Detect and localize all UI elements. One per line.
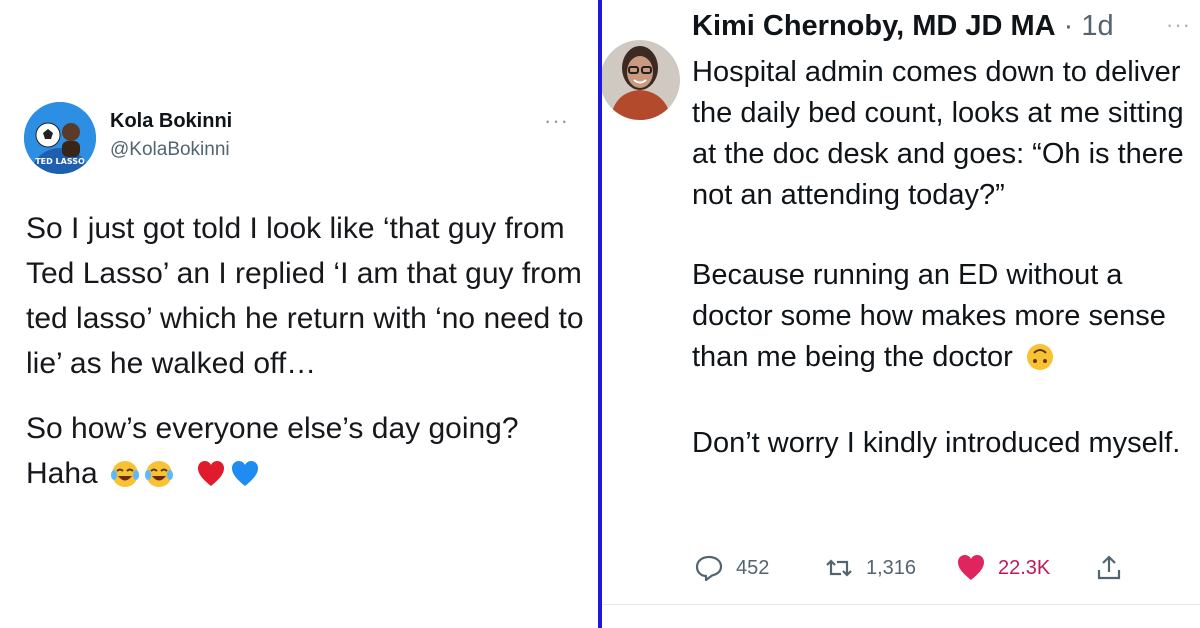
tears-of-joy-emoji-icon [110,457,140,502]
tweet-line: Because running an ED without a doctor s… [692,259,1166,373]
reply-icon [695,555,723,582]
right-tweet: Kimi Chernoby, MD JD MA · 1d ··· Hospita… [602,0,1200,628]
avatar[interactable] [602,12,680,124]
tweet-line: So how’s everyone else’s day going? [26,412,519,445]
heart-icon [958,555,984,580]
upside-down-face-emoji-icon [1025,342,1055,384]
tweet-text: Hospital admin comes down to deliver the… [692,52,1197,464]
separator: · [1055,10,1082,42]
divider [602,604,1200,605]
tweet-text: So I just got told I look like ‘that guy… [26,206,586,502]
blue-heart-emoji-icon [230,457,260,502]
share-icon [1097,555,1121,580]
share-button[interactable] [1094,552,1124,584]
retweet-button[interactable]: 1,316 [824,552,916,584]
like-count: 22.3K [998,556,1051,579]
timestamp[interactable]: 1d [1081,10,1113,42]
red-heart-emoji-icon [196,457,226,502]
retweet-icon [826,559,852,577]
author-handle[interactable]: @KolaBokinni [110,139,230,161]
tweet-paragraph: So I just got told I look like ‘that guy… [26,212,584,380]
tweet-paragraph: So how’s everyone else’s day going? Haha [26,406,586,502]
tweet-line: Haha [26,457,98,490]
reply-button[interactable]: 452 [694,552,769,584]
avatar[interactable]: TED LASSO [24,102,96,174]
retweet-count: 1,316 [866,556,917,579]
tweet-header: Kimi Chernoby, MD JD MA · 1d [692,10,1114,43]
svg-text:TED LASSO: TED LASSO [35,157,85,166]
more-options-icon[interactable]: ··· [544,108,569,134]
reply-count: 452 [736,556,770,579]
more-options-icon[interactable]: ··· [1166,12,1191,38]
author-name[interactable]: Kimi Chernoby, MD JD MA [692,10,1056,42]
author-name[interactable]: Kola Bokinni [110,110,232,133]
tweet-actions: 452 1,316 22.3K [694,552,1134,584]
left-tweet: TED LASSO Kola Bokinni @KolaBokinni ··· … [0,0,598,628]
tweet-paragraph: Hospital admin comes down to deliver the… [692,56,1184,211]
tweet-paragraph: Don’t worry I kindly introduced myself. [692,427,1181,459]
tears-of-joy-emoji-icon [144,457,174,502]
tweet-paragraph: Because running an ED without a doctor s… [692,255,1197,384]
like-button[interactable]: 22.3K [956,552,1050,584]
